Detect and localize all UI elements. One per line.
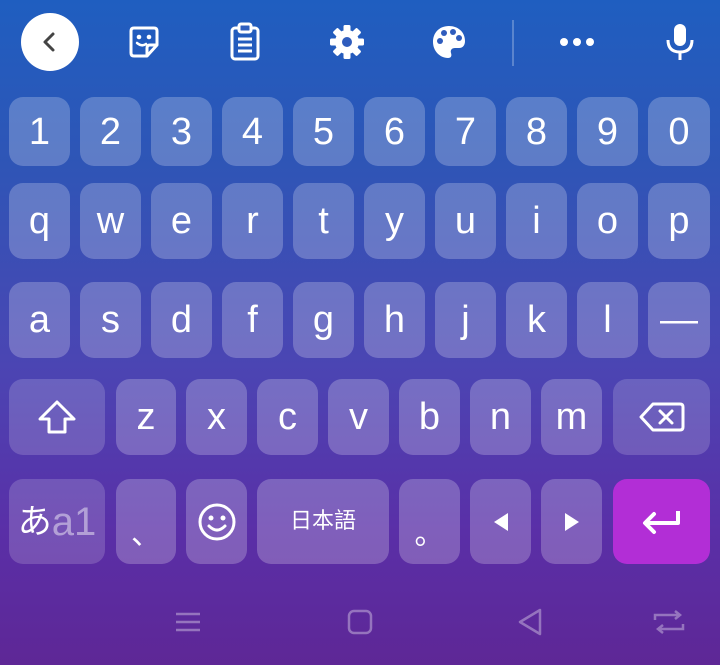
key-8[interactable]: 8 [506,97,567,166]
nav-back-button[interactable] [505,600,555,644]
theme-palette-icon [433,26,465,58]
key-v[interactable]: v [328,379,389,455]
key-i[interactable]: i [506,183,567,259]
key-h[interactable]: h [364,282,425,358]
key-f[interactable]: f [222,282,283,358]
more-button[interactable] [548,13,606,71]
key-6[interactable]: 6 [364,97,425,166]
mode-primary-label: あ [17,501,52,542]
key-d[interactable]: d [151,282,212,358]
back-icon [43,32,55,52]
key-l[interactable]: l [577,282,638,358]
backspace-icon [639,402,684,432]
settings-button[interactable] [318,13,376,71]
shift-icon [38,400,76,434]
backspace-key[interactable] [613,379,710,455]
key-y[interactable]: y [364,183,425,259]
microphone-icon [666,24,694,60]
key-x[interactable]: x [186,379,247,455]
key-w[interactable]: w [80,183,141,259]
key-7[interactable]: 7 [435,97,496,166]
rotate-screen-button[interactable] [644,600,694,644]
key-b[interactable]: b [399,379,460,455]
theme-button[interactable] [420,13,478,71]
shift-key[interactable] [9,379,105,455]
home-square-icon [347,609,373,635]
key-e[interactable]: e [151,183,212,259]
key-z[interactable]: z [116,379,176,455]
emoji-icon [198,503,235,540]
key-n[interactable]: n [470,379,531,455]
nav-back-icon [518,608,542,636]
cursor-right-key[interactable] [541,479,602,564]
key-0[interactable]: 0 [648,97,710,166]
enter-icon [642,510,680,534]
key-k[interactable]: k [506,282,567,358]
settings-icon [330,25,364,59]
key-r[interactable]: r [222,183,283,259]
sticker-button[interactable] [115,13,173,71]
more-icon [560,38,594,46]
key-ideographic-period[interactable]: 。 [399,479,460,564]
key-a[interactable]: a [9,282,70,358]
key-m[interactable]: m [541,379,602,455]
back-button[interactable] [21,13,79,71]
keyboard-toolbar [0,0,720,86]
key-u[interactable]: u [435,183,496,259]
key-t[interactable]: t [293,183,354,259]
key-1[interactable]: 1 [9,97,70,166]
recent-apps-button[interactable] [163,600,213,644]
clipboard-button[interactable] [216,13,274,71]
key-o[interactable]: o [577,183,638,259]
rotate-icon [653,610,685,634]
key-2[interactable]: 2 [80,97,141,166]
sticker-icon [129,26,159,58]
key-s[interactable]: s [80,282,141,358]
key-ideographic-comma[interactable]: 、 [116,479,176,564]
clipboard-icon [230,22,260,61]
key-j[interactable]: j [435,282,496,358]
key-q[interactable]: q [9,183,70,259]
space-key[interactable]: 日本語 [257,479,389,564]
key-5[interactable]: 5 [293,97,354,166]
system-navigation-bar [0,580,720,665]
voice-input-button[interactable] [651,13,709,71]
key-g[interactable]: g [293,282,354,358]
key-p[interactable]: p [648,183,710,259]
enter-key[interactable] [613,479,710,564]
key-4[interactable]: 4 [222,97,283,166]
home-button[interactable] [335,600,385,644]
key-3[interactable]: 3 [151,97,212,166]
arrow-left-icon [493,512,508,531]
arrow-right-icon [564,512,579,531]
toolbar-divider [512,20,514,66]
input-mode-switch-key[interactable]: あ a1 [9,479,105,564]
cursor-left-key[interactable] [470,479,531,564]
menu-icon [176,612,200,632]
key-c[interactable]: c [257,379,318,455]
mode-secondary-label: a1 [51,499,97,544]
emoji-key[interactable] [186,479,247,564]
key-long-dash[interactable]: — [648,282,710,358]
key-9[interactable]: 9 [577,97,638,166]
